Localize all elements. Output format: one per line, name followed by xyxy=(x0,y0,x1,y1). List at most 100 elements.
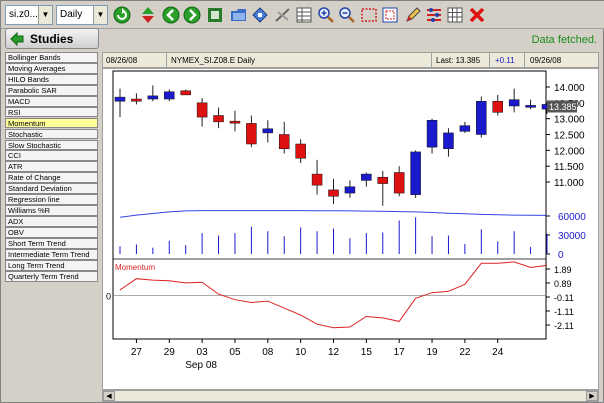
candle-body xyxy=(229,120,241,124)
volume-tick-label: 0 xyxy=(558,250,564,261)
x-tick-label: 27 xyxy=(131,347,143,358)
momentum-tick-label: 1.89 xyxy=(554,265,572,275)
momentum-tick-label: -0.11 xyxy=(554,293,574,303)
candle-body xyxy=(525,105,536,108)
stock-chart[interactable]: 14.00013.50013.00012.50012.00011.50011.0… xyxy=(103,69,600,391)
study-item[interactable]: Short Term Trend xyxy=(5,237,98,249)
pencil-icon[interactable] xyxy=(403,5,423,25)
open-folder-icon[interactable] xyxy=(229,5,249,25)
up-down-icon[interactable] xyxy=(138,5,158,25)
table-icon[interactable] xyxy=(294,5,314,25)
candle-body xyxy=(492,101,503,113)
momentum-label: Momentum xyxy=(115,263,155,272)
symbol-value: si.z0... xyxy=(9,9,38,20)
candle-body xyxy=(196,102,208,118)
zoom-in-icon[interactable] xyxy=(316,5,336,25)
studies-arrow-icon xyxy=(10,31,24,46)
x-tick-label: 12 xyxy=(328,347,340,358)
header-title: NYMEX_SI.Z08.E Daily xyxy=(171,56,256,65)
candle-body xyxy=(361,173,372,181)
period-combo[interactable]: Daily ▼ xyxy=(56,5,108,25)
candle-body xyxy=(508,99,520,107)
candle-body xyxy=(147,95,159,100)
study-item[interactable]: Standard Deviation xyxy=(5,183,98,195)
horizontal-scrollbar[interactable]: ◀ ▶ xyxy=(102,390,599,402)
study-item[interactable]: Moving Averages xyxy=(5,62,98,74)
study-item[interactable]: Rate of Change xyxy=(5,172,98,184)
study-item[interactable]: ADX xyxy=(5,216,98,227)
print-icon[interactable] xyxy=(205,5,225,25)
volume-tick-label: 30000 xyxy=(558,231,586,242)
study-item[interactable]: Stochastic xyxy=(5,128,98,140)
app-window: si.z0... ▼ Daily ▼ Data fetched. Studies… xyxy=(0,0,604,403)
study-item[interactable]: MACD xyxy=(5,95,98,107)
header-change: +0.11 xyxy=(495,56,515,65)
candle-body xyxy=(426,120,438,148)
candle-body xyxy=(213,115,224,123)
save-icon[interactable] xyxy=(250,5,270,25)
x-tick-label: 03 xyxy=(197,347,209,358)
study-item[interactable]: Parabolic SAR xyxy=(5,84,98,96)
momentum-tick-label: 0.89 xyxy=(554,279,572,289)
x-tick-label: 29 xyxy=(164,347,176,358)
study-item[interactable]: RSI xyxy=(5,106,98,118)
x-tick-label: 10 xyxy=(295,347,307,358)
symbol-combo[interactable]: si.z0... ▼ xyxy=(5,5,53,25)
period-value: Daily xyxy=(60,9,83,20)
study-list: Bollinger Bands Moving Averages HILO Bands… xyxy=(5,52,98,282)
delete-icon[interactable] xyxy=(467,5,487,25)
chevron-down-icon[interactable]: ▼ xyxy=(93,6,107,24)
study-item[interactable]: Bollinger Bands xyxy=(5,52,98,63)
candle-body xyxy=(114,96,126,102)
scroll-right-icon[interactable]: ▶ xyxy=(586,391,598,401)
x-tick-label: 05 xyxy=(229,347,241,358)
study-item[interactable]: Long Term Trend xyxy=(5,259,98,271)
x-tick-label: 22 xyxy=(459,347,471,358)
candle-body xyxy=(476,101,487,135)
study-item[interactable]: Intermediate Term Trend xyxy=(5,248,98,260)
scroll-left-icon[interactable]: ◀ xyxy=(103,391,115,401)
study-item[interactable]: Regression line xyxy=(5,194,98,205)
x-tick-label: 19 xyxy=(426,347,438,358)
candle-body xyxy=(262,128,274,134)
header-last-price: Last: 13.385 xyxy=(436,56,481,65)
x-tick-label: 15 xyxy=(361,347,373,358)
study-item[interactable]: HILO Bands xyxy=(5,73,98,85)
draw-line-icon[interactable] xyxy=(273,5,293,25)
candle-body xyxy=(311,173,323,186)
candle-body xyxy=(443,132,454,150)
study-item[interactable]: ATR xyxy=(5,161,98,173)
back-icon[interactable] xyxy=(161,5,181,25)
study-item[interactable]: Slow Stochastic xyxy=(5,139,98,151)
x-tick-label: 08 xyxy=(262,347,274,358)
settings-icon[interactable] xyxy=(424,5,444,25)
study-item[interactable]: Williams %R xyxy=(5,205,98,216)
candle-body xyxy=(246,123,257,145)
select-rect-icon[interactable] xyxy=(359,5,379,25)
candle-body xyxy=(295,143,306,159)
candle-body xyxy=(344,186,356,194)
forward-icon[interactable] xyxy=(182,5,202,25)
study-item[interactable]: Momentum xyxy=(5,117,98,129)
chevron-down-icon[interactable]: ▼ xyxy=(38,6,52,24)
refresh-icon[interactable] xyxy=(112,5,132,25)
candle-body xyxy=(393,172,405,194)
x-tick-label: 24 xyxy=(492,347,504,358)
zoom-out-icon[interactable] xyxy=(337,5,357,25)
price-tick-label: 13.000 xyxy=(554,115,585,126)
studies-button[interactable]: Studies xyxy=(5,28,99,49)
study-item[interactable]: Quarterly Term Trend xyxy=(5,270,98,282)
candle-body xyxy=(278,134,290,149)
studies-button-label: Studies xyxy=(30,31,74,46)
candle-body xyxy=(328,189,339,197)
fit-icon[interactable] xyxy=(380,5,400,25)
grid-icon[interactable] xyxy=(445,5,465,25)
study-item[interactable]: OBV xyxy=(5,227,98,238)
chart-area[interactable]: 14.00013.50013.00012.50012.00011.50011.0… xyxy=(102,68,599,390)
price-tick-label: 11.500 xyxy=(554,162,584,173)
x-tick-label: 17 xyxy=(394,347,406,358)
chart-header: 08/26/08 NYMEX_SI.Z08.E Daily Last: 13.3… xyxy=(102,52,599,68)
price-tick-label: 14.000 xyxy=(554,83,585,94)
study-item[interactable]: CCI xyxy=(5,150,98,162)
momentum-tick-label: -1.11 xyxy=(554,307,574,317)
